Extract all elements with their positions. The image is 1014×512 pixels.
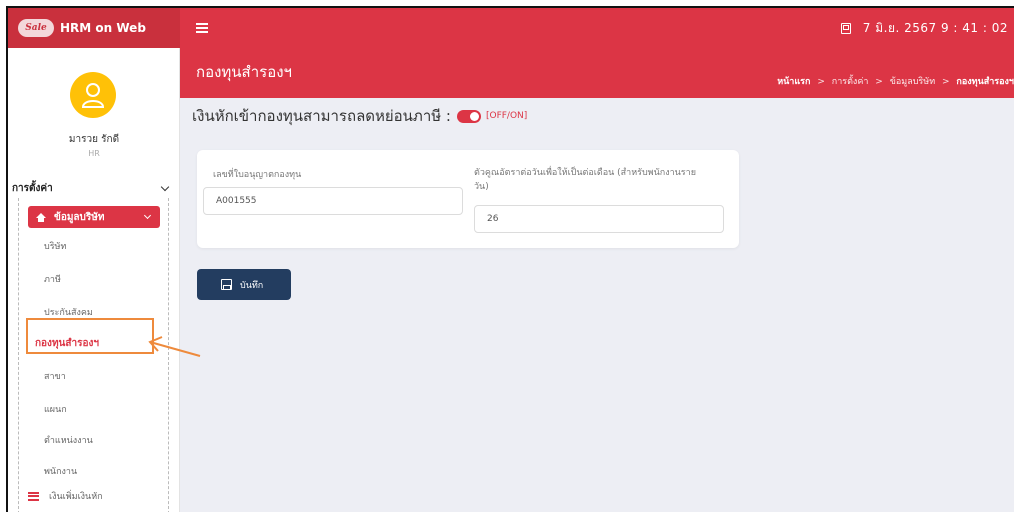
list-icon [28,491,39,501]
breadcrumb-separator: > [942,77,950,87]
breadcrumb-current: กองทุนสำรองฯ [956,77,1014,87]
fund-settings-card: เลขที่ใบอนุญาตกองทุน ตัวคูณอัตราต่อวันเพ… [197,150,739,248]
multiplier-label: ตัวคูณอัตราต่อวันเพื่อให้เป็นต่อเดือน (ส… [474,166,729,194]
breadcrumb-company-info[interactable]: ข้อมูลบริษัท [890,77,935,87]
sidebar-item-label: เงินเพิ่มเงินหัก [49,492,103,502]
tax-deduction-toggle-row: เงินหักเข้ากองทุนสามารถลดหย่อนภาษี : [OF… [192,104,527,128]
multiplier-label-line1: ตัวคูณอัตราต่อวันเพื่อให้เป็นต่อเดือน (ส… [474,168,696,178]
breadcrumb-settings[interactable]: การตั้งค่า [832,77,869,87]
tax-deduction-label: เงินหักเข้ากองทุนสามารถลดหย่อนภาษี : [192,107,451,125]
multiplier-label-line2: วัน) [474,182,489,192]
breadcrumb-home[interactable]: หน้าแรก [777,77,810,87]
app-window: Sale HRM on Web 7 มิ.ย. 2567 9 : 41 : 02… [6,6,1014,512]
page-header: กองทุนสำรองฯ หน้าแรก > การตั้งค่า > ข้อม… [180,48,1014,98]
floppy-icon[interactable] [840,22,851,34]
breadcrumb: หน้าแรก > การตั้งค่า > ข้อมูลบริษัท > กอ… [777,74,1014,88]
breadcrumb-separator: > [817,77,825,87]
datetime-display: 7 มิ.ย. 2567 9 : 41 : 02 [862,20,1008,35]
save-button-label: บันทึก [240,280,264,291]
toggle-state-text: [OFF/ON] [485,111,528,121]
annotation-arrow-icon [148,336,201,357]
tax-deduction-toggle[interactable] [456,109,481,123]
license-input[interactable] [203,187,463,215]
sidebar-item-allowance-deduction[interactable]: เงินเพิ่มเงินหัก [28,489,103,503]
top-right-area: 7 มิ.ย. 2567 9 : 41 : 02 [840,19,1014,38]
breadcrumb-separator: > [875,77,883,87]
sidebar-item-position[interactable]: ตำแหน่งงาน [44,433,93,447]
sidebar-item-department[interactable]: แผนก [44,402,67,416]
sidebar-item-employee[interactable]: พนักงาน [44,464,77,478]
multiplier-input[interactable] [474,205,724,233]
